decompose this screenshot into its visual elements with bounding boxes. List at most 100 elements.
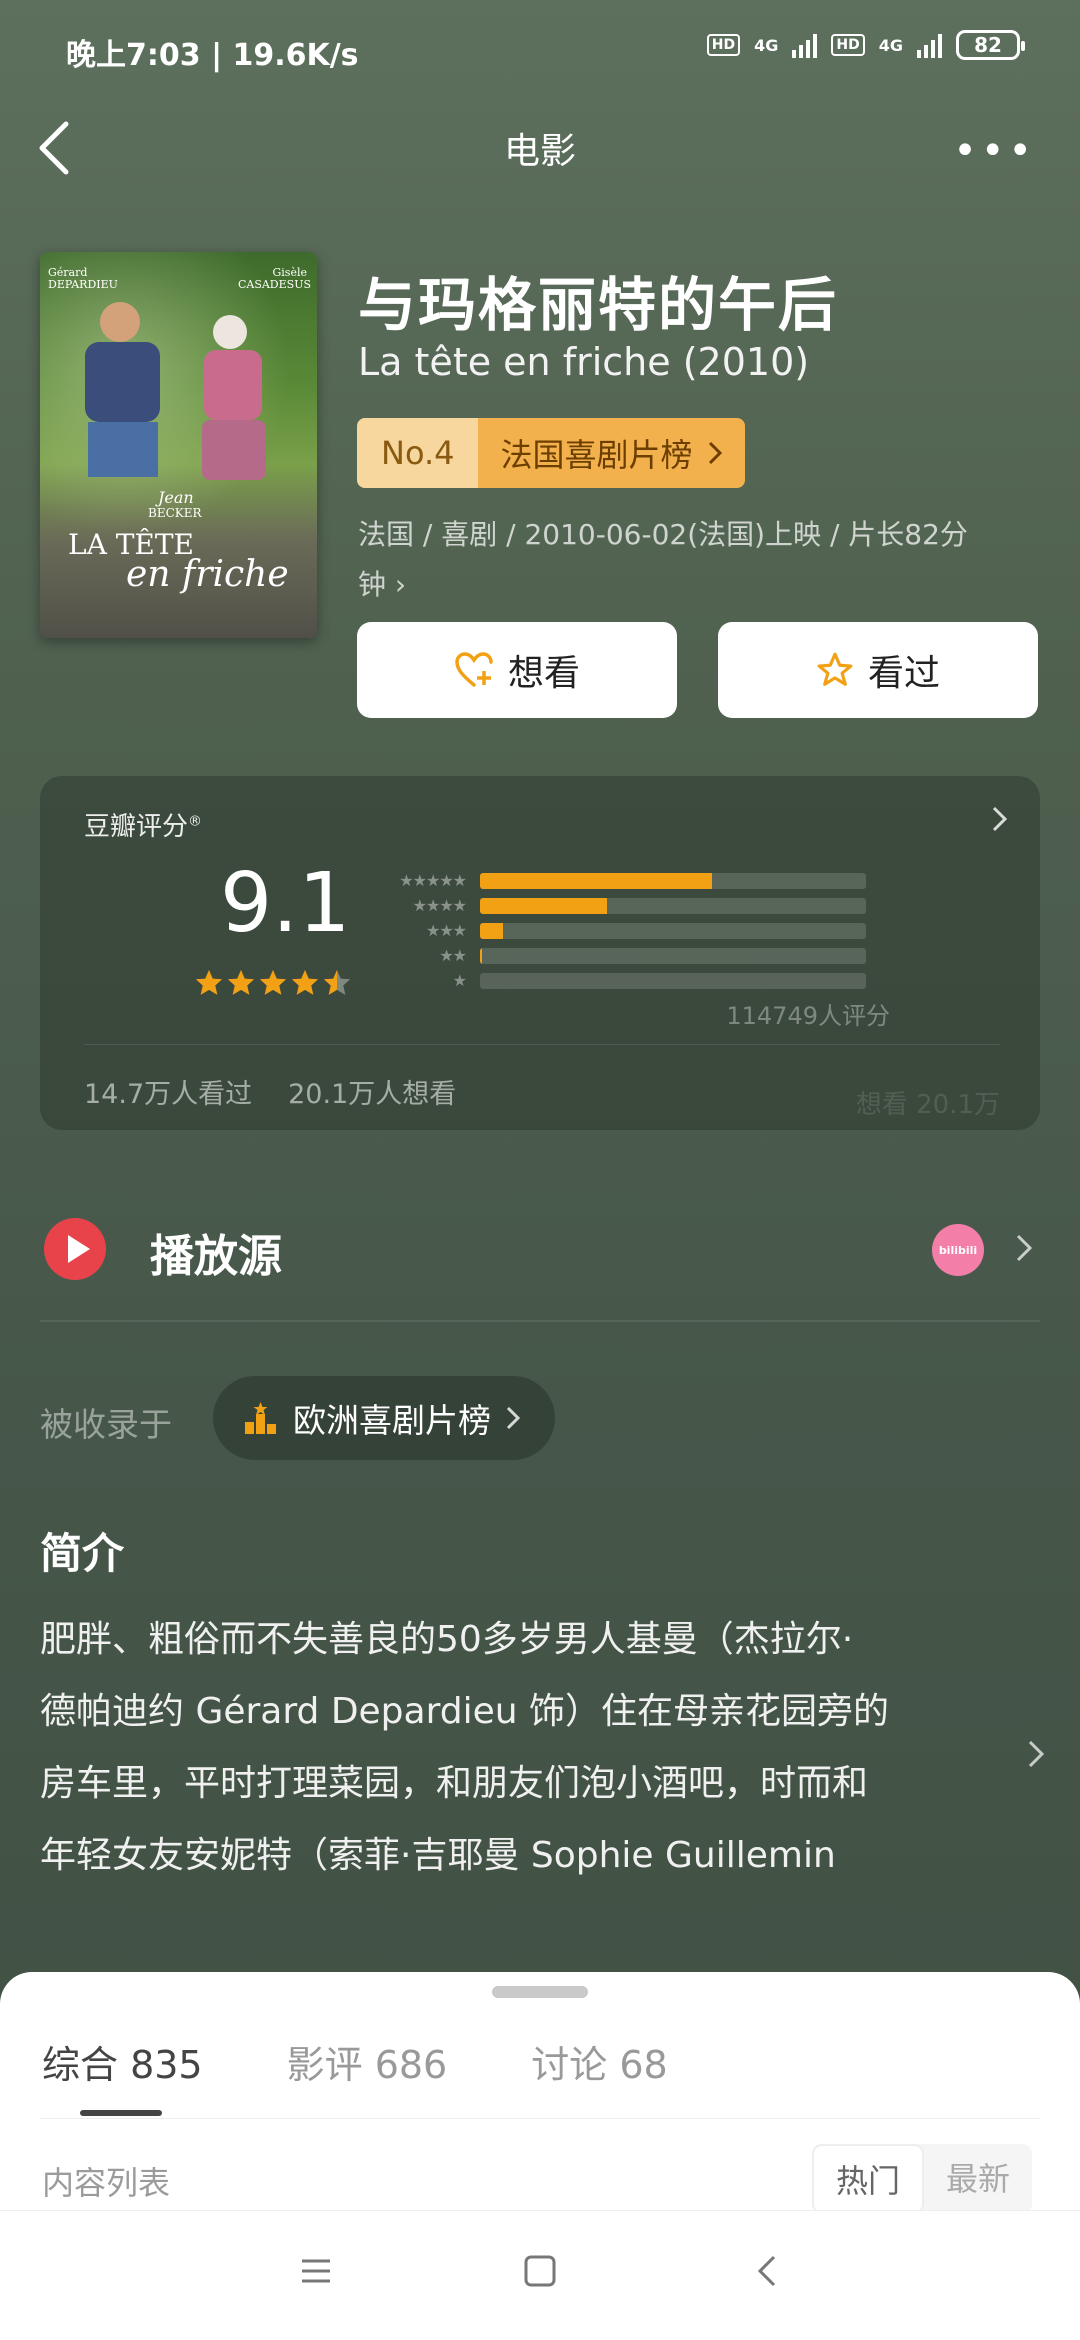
intro-title: 简介: [40, 1529, 125, 1578]
rating-bar-track: [480, 947, 866, 964]
poster-actor-right-last: CASADESUS: [237, 278, 311, 291]
rating-bar-stars: ★★: [439, 946, 467, 965]
reviews-tabs: 综合 835 影评 686 讨论 68: [42, 2034, 668, 2089]
rating-bar-track: [480, 872, 866, 889]
rank-list-label: 法国喜剧片榜: [500, 436, 693, 474]
rank-badge[interactable]: No.4 法国喜剧片榜: [357, 418, 745, 488]
meta-line-1: 法国 / 喜剧 / 2010-06-02(法国)上映 / 片长82分: [358, 518, 968, 551]
collected-list-chip[interactable]: 欧洲喜剧片榜: [213, 1376, 555, 1460]
collected-list-name: 欧洲喜剧片榜: [293, 1401, 491, 1440]
poster-title-script: en friche: [126, 554, 289, 595]
rating-bar-fill: [480, 922, 504, 939]
star-icon: [323, 969, 351, 995]
net-label: 4G: [754, 35, 779, 55]
tab-indicator: [80, 2110, 162, 2116]
rating-label: 豆瓣评分®: [84, 806, 202, 843]
star-icon: [291, 969, 319, 995]
poster-director-last: BECKER: [148, 506, 202, 520]
drag-handle[interactable]: [492, 1986, 588, 1998]
want-button-label: 想看: [507, 653, 580, 694]
intro-text[interactable]: 肥胖、粗俗而不失善良的50多岁男人基曼（杰拉尔· 德帕迪约 Gérard Dep…: [40, 1604, 990, 1892]
podium-icon: [245, 1402, 276, 1434]
chevron-right-icon: [708, 441, 722, 465]
signal-icon-2: [917, 32, 942, 58]
home-icon[interactable]: [510, 2241, 570, 2301]
divider: [40, 1320, 1040, 1322]
rating-stars: [194, 968, 352, 998]
movie-meta[interactable]: 法国 / 喜剧 / 2010-06-02(法国)上映 / 片长82分 钟 ›: [358, 510, 1038, 610]
poster-figure-left: [85, 302, 160, 477]
watched-count: 14.7万人看过: [84, 1079, 253, 1110]
intro-line: 德帕迪约 Gérard Depardieu 饰）住在母亲花园旁的: [40, 1691, 890, 1732]
chevron-right-icon[interactable]: [990, 804, 1010, 834]
poster-actor-left-last: DEPARDIEU: [48, 278, 118, 291]
rating-distribution: ★★★★★ ★★★★ ★★★ ★★ ★: [390, 868, 866, 993]
back-nav-icon[interactable]: [738, 2241, 798, 2301]
intro-line: 年轻女友安妮特（索菲·吉耶曼 Sophie Guillemin: [40, 1835, 836, 1876]
rating-bar-row: ★★: [390, 943, 866, 968]
list-label: 内容列表: [42, 2164, 171, 2202]
sort-hot[interactable]: 热门: [812, 2144, 925, 2214]
rating-bar-stars: ★★★★: [412, 896, 467, 915]
rating-bar-track: [480, 972, 866, 989]
rating-count: 114749人评分: [726, 1002, 890, 1030]
system-nav-bar: [0, 2210, 1080, 2340]
poster-figure-right: [202, 315, 266, 480]
movie-subtitle: La tête en friche (2010): [358, 340, 810, 384]
movie-title: 与玛格丽特的午后: [358, 271, 839, 339]
rating-card[interactable]: 豆瓣评分® 9.1 ★★★★★ ★★★★ ★★★ ★★ ★ 114749人评分 14.7…: [40, 776, 1040, 1130]
rank-list: 法国喜剧片榜: [478, 418, 745, 488]
bilibili-icon: bilibili: [932, 1224, 984, 1276]
sort-toggle: 热门 最新: [812, 2144, 1033, 2214]
page-title: 电影: [503, 131, 576, 172]
rating-label-text: 豆瓣评分: [84, 812, 189, 842]
battery-icon: 82: [956, 30, 1025, 60]
poster-director-first: Jean: [158, 488, 194, 507]
rating-bar-row: ★★★: [390, 918, 866, 943]
star-outline-icon: [817, 652, 853, 686]
rating-bar-fill: [480, 897, 608, 914]
rating-stats: 14.7万人看过 20.1万人想看: [84, 1072, 456, 1111]
collected-label: 被收录于: [40, 1405, 172, 1444]
tab-reviews[interactable]: 影评 686: [287, 2034, 448, 2089]
sort-new[interactable]: 最新: [924, 2144, 1032, 2214]
rating-watermark: 想看 20.1万: [855, 1090, 1000, 1120]
divider: [40, 2118, 1040, 2119]
intro-line: 肥胖、粗俗而不失善良的50多岁男人基曼（杰拉尔·: [40, 1619, 854, 1660]
rating-bar-track: [480, 897, 866, 914]
menu-icon[interactable]: [286, 2241, 346, 2301]
heart-plus-icon: [455, 652, 493, 687]
want-button[interactable]: 想看: [357, 622, 677, 718]
want-count: 20.1万人想看: [288, 1079, 457, 1110]
intro-line: 房车里，平时打理菜园，和朋友们泡小酒吧，时而和: [40, 1763, 869, 1804]
signal-icon: [792, 32, 818, 58]
registered-mark: ®: [188, 813, 203, 830]
star-icon: [195, 969, 223, 995]
hd-badge-2: HD: [831, 34, 865, 56]
rating-bar-stars: ★★★★★: [399, 871, 467, 890]
chevron-right-icon: [1016, 1234, 1033, 1262]
tab-overall[interactable]: 综合 835: [42, 2034, 203, 2089]
chevron-right-icon[interactable]: [1026, 1738, 1046, 1770]
tab-discussions[interactable]: 讨论 68: [531, 2034, 667, 2089]
star-icon: [227, 969, 255, 995]
star-icon: [259, 969, 287, 995]
status-time: 晚上7:03 | 19.6K/s: [66, 38, 359, 73]
rating-score: 9.1: [220, 856, 351, 951]
movie-poster[interactable]: Gérard DEPARDIEU Gisèle CASADESUS Jean B…: [40, 252, 317, 638]
seen-button-label: 看过: [867, 653, 940, 694]
divider: [84, 1044, 1000, 1045]
hd-badge: HD: [706, 34, 741, 56]
rating-bar-row: ★★★★★: [390, 868, 866, 893]
rating-bar-row: ★: [390, 968, 866, 993]
more-icon[interactable]: •••: [953, 128, 1036, 174]
rating-bar-stars: ★★★: [425, 921, 467, 940]
rating-bar-track: [480, 922, 866, 939]
play-source-row[interactable]: 播放源 bilibili: [40, 1200, 1040, 1310]
rating-bar-fill: [480, 872, 712, 889]
play-icon: [44, 1218, 106, 1280]
seen-button[interactable]: 看过: [718, 622, 1038, 718]
net-label-2: 4G: [878, 35, 903, 55]
rank-number: No.4: [357, 418, 479, 488]
rating-bar-fill: [480, 947, 482, 964]
